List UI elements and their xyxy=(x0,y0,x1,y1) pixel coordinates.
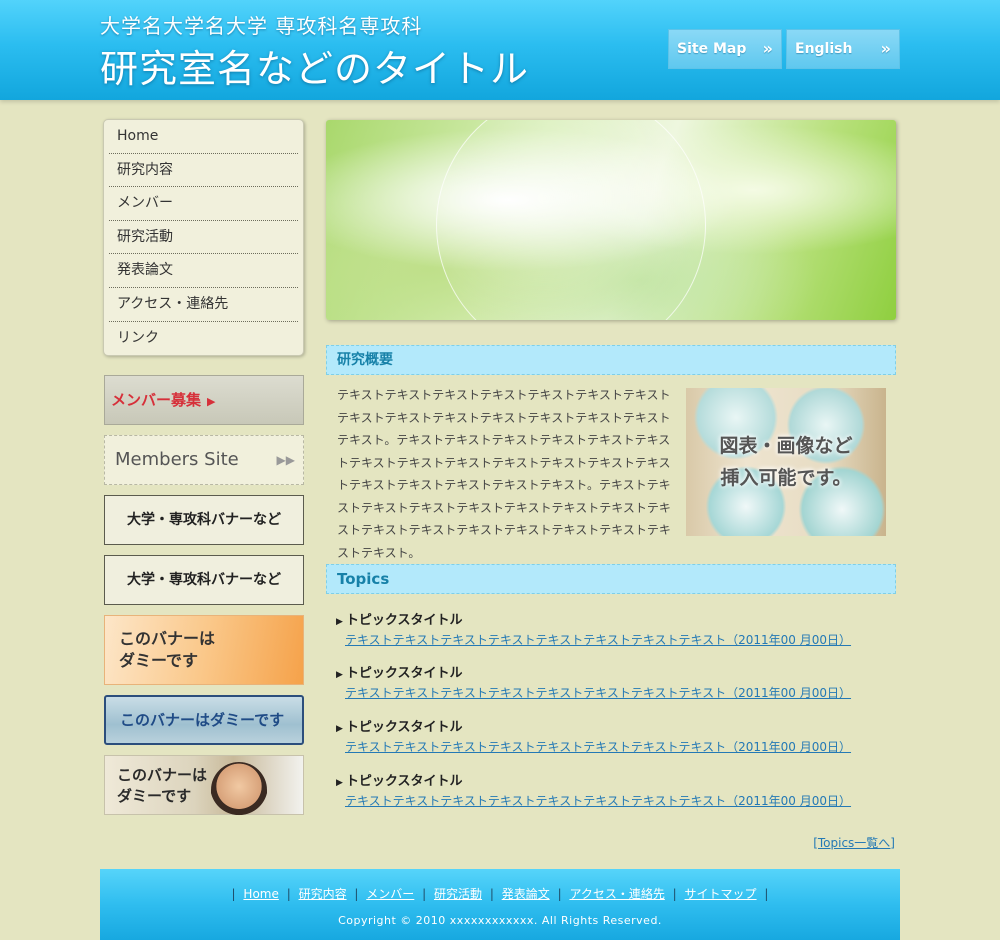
footer: | Home | 研究内容 | メンバー | 研究活動 | 発表論文 | アクセ… xyxy=(100,869,900,940)
university-banner-1[interactable]: 大学・専攻科バナーなど xyxy=(104,495,304,545)
nav-item-home[interactable]: Home xyxy=(109,120,298,154)
recruit-label: メンバー募集 xyxy=(111,391,202,409)
nav-item-activities[interactable]: 研究活動 xyxy=(109,221,298,255)
nav-item-members[interactable]: メンバー xyxy=(109,187,298,221)
english-label: English xyxy=(795,41,853,57)
footer-link-research[interactable]: 研究内容 xyxy=(299,887,347,901)
footer-separator: | xyxy=(764,887,769,901)
person-photo xyxy=(211,762,267,816)
topics-list-link[interactable]: [Topics一覧へ] xyxy=(700,834,895,851)
footer-link-activities[interactable]: 研究活動 xyxy=(434,887,482,901)
globe-graphic xyxy=(436,120,706,320)
dummy-banner-line1: このバナーは xyxy=(117,766,208,784)
copyright: Copyright © 2010 xxxxxxxxxxxx. All Right… xyxy=(338,914,662,927)
footer-separator: | xyxy=(672,887,677,901)
topic-link[interactable]: テキストテキストテキストテキストテキストテキストテキストテキスト（2011年00… xyxy=(345,684,896,702)
site-map-button[interactable]: Site Map » xyxy=(668,29,782,69)
dummy-banner-orange[interactable]: このバナーは ダミーです xyxy=(104,615,304,685)
dummy-banner-blue[interactable]: このバナーはダミーです xyxy=(104,695,304,745)
photo-caption-line2: 挿入可能です。 xyxy=(720,467,852,489)
dummy-banner-line2: ダミーです xyxy=(117,787,192,805)
double-chevron-right-icon: » xyxy=(880,39,891,58)
university-banner-2[interactable]: 大学・専攻科バナーなど xyxy=(104,555,304,605)
triangle-right-icon: ▶ xyxy=(336,778,343,788)
footer-separator: | xyxy=(231,887,236,901)
dummy-banner-line1: このバナーは xyxy=(119,629,216,648)
site-map-label: Site Map xyxy=(677,41,747,57)
footer-separator: | xyxy=(489,887,494,901)
footer-link-access[interactable]: アクセス・連絡先 xyxy=(569,887,664,901)
recruit-banner[interactable]: メンバー募集 ▶ xyxy=(104,375,304,425)
overview-text: テキストテキストテキストテキストテキストテキストテキストテキストテキストテキスト… xyxy=(337,388,671,560)
triangle-right-icon: ▶ xyxy=(207,395,216,408)
nav-item-publications[interactable]: 発表論文 xyxy=(109,254,298,288)
footer-separator: | xyxy=(422,887,427,901)
topic-title: トピックスタイトル xyxy=(345,613,463,628)
dummy-banner-person[interactable]: このバナーは ダミーです xyxy=(104,755,304,816)
triangle-right-icon: ▶ xyxy=(336,617,343,627)
topic-item: ▶ トピックスタイトル テキストテキストテキストテキストテキストテキストテキストテ… xyxy=(336,664,896,702)
nav-item-links[interactable]: リンク xyxy=(109,322,298,356)
footer-separator: | xyxy=(557,887,562,901)
main-visual-image xyxy=(326,120,896,320)
footer-separator: | xyxy=(286,887,291,901)
nav-item-research[interactable]: 研究内容 xyxy=(109,154,298,188)
nav-item-access[interactable]: アクセス・連絡先 xyxy=(109,288,298,322)
university-name: 大学名大学名大学 専攻科名専攻科 xyxy=(100,14,423,38)
topic-link[interactable]: テキストテキストテキストテキストテキストテキストテキストテキスト（2011年00… xyxy=(345,738,896,756)
footer-separator: | xyxy=(354,887,359,901)
topic-title: トピックスタイトル xyxy=(345,774,463,789)
overview-photo: 図表・画像など 挿入可能です。 xyxy=(686,388,886,536)
overview-heading: 研究概要 xyxy=(326,345,896,375)
topic-item: ▶ トピックスタイトル テキストテキストテキストテキストテキストテキストテキストテ… xyxy=(336,718,896,756)
english-button[interactable]: English » xyxy=(786,29,900,69)
triangle-right-icon: ▶ xyxy=(336,724,343,734)
topic-item: ▶ トピックスタイトル テキストテキストテキストテキストテキストテキストテキストテ… xyxy=(336,611,896,649)
photo-caption-line1: 図表・画像など xyxy=(719,435,853,457)
photo-caption: 図表・画像など 挿入可能です。 xyxy=(686,430,886,494)
footer-nav: | Home | 研究内容 | メンバー | 研究活動 | 発表論文 | アクセ… xyxy=(100,885,900,902)
topic-title: トピックスタイトル xyxy=(345,666,463,681)
members-site-label: Members Site xyxy=(115,449,239,470)
footer-link-home[interactable]: Home xyxy=(243,887,278,901)
topic-link[interactable]: テキストテキストテキストテキストテキストテキストテキストテキスト（2011年00… xyxy=(345,631,896,649)
topic-title: トピックスタイトル xyxy=(345,720,463,735)
sidebar-nav: Home 研究内容 メンバー 研究活動 発表論文 アクセス・連絡先 リンク xyxy=(103,119,304,356)
footer-link-members[interactable]: メンバー xyxy=(366,887,414,901)
topic-item: ▶ トピックスタイトル テキストテキストテキストテキストテキストテキストテキストテ… xyxy=(336,772,896,810)
header: 大学名大学名大学 専攻科名専攻科 研究室名などのタイトル Site Map » … xyxy=(0,0,1000,100)
dummy-banner-line2: ダミーです xyxy=(119,651,199,670)
double-triangle-right-icon: ▶▶ xyxy=(276,453,295,467)
triangle-right-icon: ▶ xyxy=(336,670,343,680)
footer-link-sitemap[interactable]: サイトマップ xyxy=(685,887,757,901)
footer-link-publications[interactable]: 発表論文 xyxy=(502,887,550,901)
double-chevron-right-icon: » xyxy=(762,39,773,58)
topic-link[interactable]: テキストテキストテキストテキストテキストテキストテキストテキスト（2011年00… xyxy=(345,792,896,810)
members-site-banner[interactable]: Members Site ▶▶ xyxy=(104,435,304,485)
lab-title[interactable]: 研究室名などのタイトル xyxy=(100,38,529,93)
topics-heading: Topics xyxy=(326,564,896,594)
